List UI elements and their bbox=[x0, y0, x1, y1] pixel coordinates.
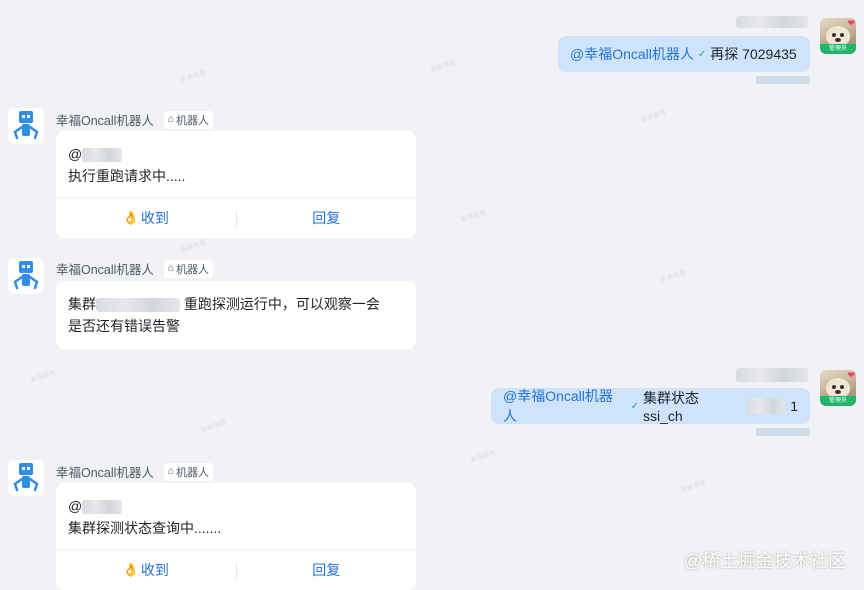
robot-avatar-icon bbox=[13, 463, 39, 492]
bot-avatar[interactable] bbox=[8, 258, 44, 294]
bot-name[interactable]: 幸福Oncall机器人 bbox=[56, 259, 154, 278]
message-text: 执行重跑请求中..... bbox=[68, 168, 186, 184]
message-line-1: 集群 重跑探测运行中，可以观察一会 bbox=[68, 296, 380, 313]
message-text: 集群探测状态查询中....... bbox=[68, 520, 222, 536]
redacted-mention bbox=[82, 500, 123, 515]
card-actions: 👌 收到 回复 bbox=[56, 549, 416, 590]
bot-avatar[interactable] bbox=[8, 108, 44, 144]
bot-message-card: @ 执行重跑请求中..... 👌 收到 回复 bbox=[56, 131, 416, 238]
bot-message-card: 集群 重跑探测运行中，可以观察一会 是否还有错误告警 bbox=[56, 281, 416, 349]
admin-badge: 管理员 bbox=[820, 396, 856, 406]
redacted-username bbox=[736, 368, 808, 382]
bot-tag: ⌂ 机器人 bbox=[163, 110, 213, 129]
user-avatar[interactable]: ❤ 管理员 bbox=[820, 18, 856, 54]
bot-sender-line: 幸福Oncall机器人 ⌂ 机器人 bbox=[56, 259, 213, 278]
admin-badge: 管理员 bbox=[820, 44, 856, 54]
message-line-2: 是否还有错误告警 bbox=[68, 318, 180, 334]
bot-name[interactable]: 幸福Oncall机器人 bbox=[56, 110, 154, 129]
robot-avatar-icon bbox=[13, 261, 39, 290]
ok-hand-icon: 👌 bbox=[122, 210, 139, 225]
mention-line: @ bbox=[68, 495, 404, 517]
redacted-cluster-id bbox=[746, 398, 787, 414]
robot-avatar-icon bbox=[13, 111, 39, 140]
bot-avatar[interactable] bbox=[8, 460, 44, 496]
redacted-cluster-name bbox=[96, 298, 180, 313]
dog-face bbox=[826, 26, 850, 46]
user-avatar[interactable]: ❤ 管理员 bbox=[820, 370, 856, 406]
heart-icon: ❤ bbox=[847, 18, 855, 28]
redacted-mention bbox=[82, 148, 123, 163]
robot-icon: ⌂ bbox=[167, 114, 174, 125]
read-receipt bbox=[756, 428, 810, 436]
ack-button[interactable]: 👌 收到 bbox=[56, 560, 236, 580]
outgoing-bubble[interactable]: @幸福Oncall机器人 ✓ 集群状态 ssi_ch 1 bbox=[491, 388, 810, 424]
mention-link[interactable]: @幸福Oncall机器人 bbox=[570, 44, 694, 64]
message-text: 集群状态 ssi_ch bbox=[642, 390, 699, 424]
redacted-username bbox=[736, 16, 808, 28]
outgoing-sender-name bbox=[736, 368, 808, 382]
outgoing-sender-name bbox=[736, 16, 808, 28]
bot-sender-line: 幸福Oncall机器人 ⌂ 机器人 bbox=[56, 462, 213, 481]
robot-icon: ⌂ bbox=[167, 263, 174, 274]
ok-hand-icon: 👌 bbox=[122, 562, 139, 577]
footer-watermark: @稀土掘金技术社区 bbox=[683, 551, 846, 571]
heart-icon: ❤ bbox=[847, 370, 855, 380]
message-text: 再探 7029435 bbox=[710, 46, 797, 62]
reply-button[interactable]: 回复 bbox=[237, 560, 417, 580]
bot-tag: ⌂ 机器人 bbox=[163, 259, 213, 278]
bot-sender-line: 幸福Oncall机器人 ⌂ 机器人 bbox=[56, 110, 213, 129]
bot-name[interactable]: 幸福Oncall机器人 bbox=[56, 462, 154, 481]
ack-button[interactable]: 👌 收到 bbox=[56, 208, 236, 228]
reply-button[interactable]: 回复 bbox=[237, 208, 417, 228]
robot-icon: ⌂ bbox=[167, 466, 174, 477]
bot-tag: ⌂ 机器人 bbox=[163, 462, 213, 481]
mention-link[interactable]: @幸福Oncall机器人 bbox=[503, 386, 627, 426]
read-receipt bbox=[756, 76, 810, 84]
outgoing-bubble[interactable]: @幸福Oncall机器人 ✓ 再探 7029435 bbox=[558, 36, 810, 72]
card-actions: 👌 收到 回复 bbox=[56, 197, 416, 238]
verified-icon: ✓ bbox=[630, 400, 639, 412]
dog-face bbox=[826, 378, 850, 398]
bot-message-card: @ 集群探测状态查询中....... 👌 收到 回复 bbox=[56, 483, 416, 590]
verified-icon: ✓ bbox=[697, 48, 707, 60]
mention-line: @ bbox=[68, 143, 404, 165]
